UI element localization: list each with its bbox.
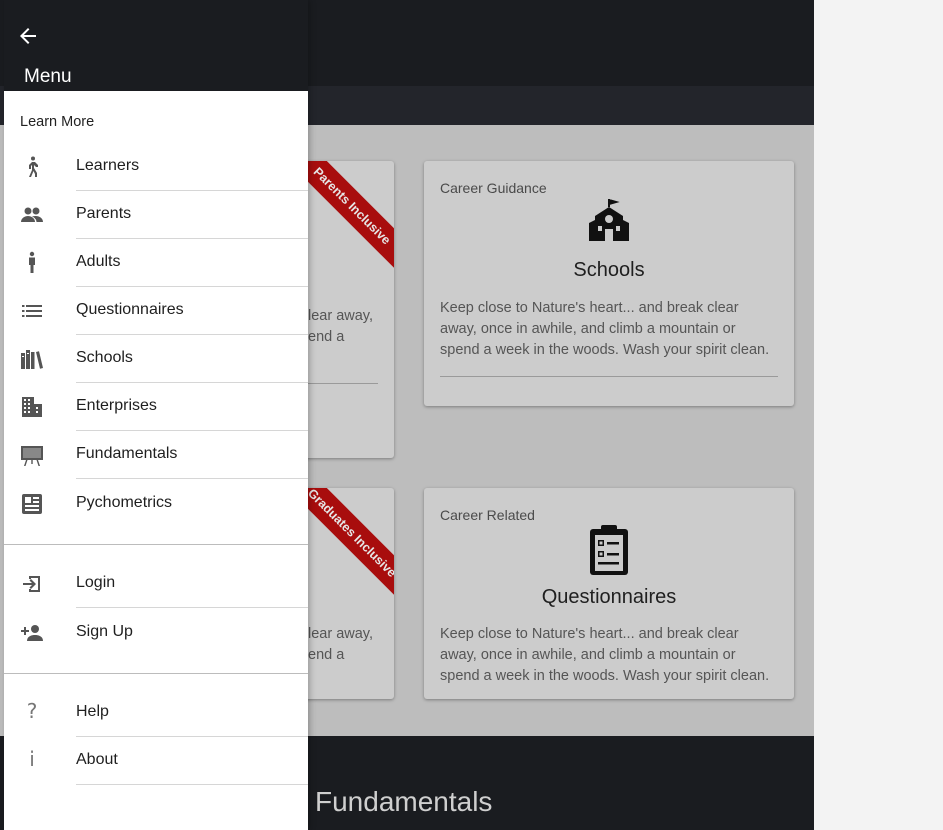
card-text-fragment: lear away,	[308, 626, 374, 642]
card-text-fragment: end a	[308, 329, 345, 345]
card-title: Questionnaires	[541, 586, 677, 608]
section-title-fundamentals: Fundamentals	[315, 786, 493, 817]
nav-item-about[interactable]: i About	[4, 737, 308, 785]
drawer-title: Menu	[24, 66, 72, 87]
card-eyebrow: Career Guidance	[440, 180, 547, 196]
card-text-fragment: lear away,	[308, 308, 374, 324]
nav-item-label: Pychometrics	[76, 494, 173, 511]
clipboard-list-icon	[424, 524, 794, 581]
presentation-board-icon	[20, 443, 44, 467]
nav-item-questionnaires[interactable]: Questionnaires	[4, 287, 308, 335]
card-text: Keep close to Nature's heart... and brea…	[440, 300, 770, 358]
people-icon	[20, 203, 44, 227]
building-icon	[20, 395, 44, 419]
card-title: Schools	[573, 259, 645, 281]
nav-item-label: Learners	[76, 157, 140, 174]
nav-item-pychometrics[interactable]: Pychometrics	[4, 480, 308, 528]
section-label-learn-more: Learn More	[20, 114, 95, 130]
info-icon: i	[29, 747, 35, 771]
card-text-fragment: end a	[308, 647, 345, 663]
nav-item-label: Adults	[76, 253, 121, 270]
divider	[76, 607, 308, 608]
nav-item-schools[interactable]: Schools	[4, 335, 308, 383]
section-divider	[4, 544, 308, 545]
card-schools[interactable]: Career Guidance Schools Keep close to Na…	[424, 161, 794, 406]
nav-item-label: Questionnaires	[76, 301, 184, 318]
nav-item-label: About	[76, 751, 118, 768]
add-person-icon	[20, 621, 44, 645]
card-eyebrow: Career Related	[440, 507, 535, 523]
nav-item-parents[interactable]: Parents	[4, 191, 308, 239]
walking-person-icon	[20, 155, 44, 179]
back-arrow-icon[interactable]	[16, 24, 40, 48]
person-icon	[20, 251, 44, 275]
question-icon: ?	[26, 699, 38, 723]
school-building-icon	[424, 199, 794, 248]
list-icon	[20, 299, 44, 323]
nav-item-label: Help	[76, 703, 109, 720]
card-text: Keep close to Nature's heart... and brea…	[440, 626, 770, 684]
nav-item-help[interactable]: ? Help	[4, 689, 308, 737]
navigation-drawer: Menu Learn More Learners Parents Adults …	[4, 0, 308, 830]
nav-item-label: Sign Up	[76, 623, 133, 640]
article-icon	[20, 492, 44, 516]
card-questionnaires[interactable]: Career Related Questionnaires Keep close…	[424, 488, 794, 699]
card-divider	[440, 376, 778, 377]
nav-item-label: Login	[76, 574, 116, 591]
nav-item-learners[interactable]: Learners	[4, 143, 308, 191]
nav-item-enterprises[interactable]: Enterprises	[4, 383, 308, 431]
divider	[76, 478, 308, 479]
nav-item-label: Enterprises	[76, 397, 157, 414]
nav-item-label: Parents	[76, 205, 132, 222]
nav-item-label: Fundamentals	[76, 445, 178, 462]
login-icon	[20, 572, 44, 596]
drawer-header: Menu	[4, 0, 308, 91]
nav-item-login[interactable]: Login	[4, 560, 308, 608]
nav-item-adults[interactable]: Adults	[4, 239, 308, 287]
divider	[76, 784, 308, 785]
section-divider	[4, 673, 308, 674]
nav-item-sign-up[interactable]: Sign Up	[4, 609, 308, 657]
nav-item-label: Schools	[76, 349, 133, 366]
nav-item-fundamentals[interactable]: Fundamentals	[4, 431, 308, 479]
books-icon	[20, 347, 44, 371]
